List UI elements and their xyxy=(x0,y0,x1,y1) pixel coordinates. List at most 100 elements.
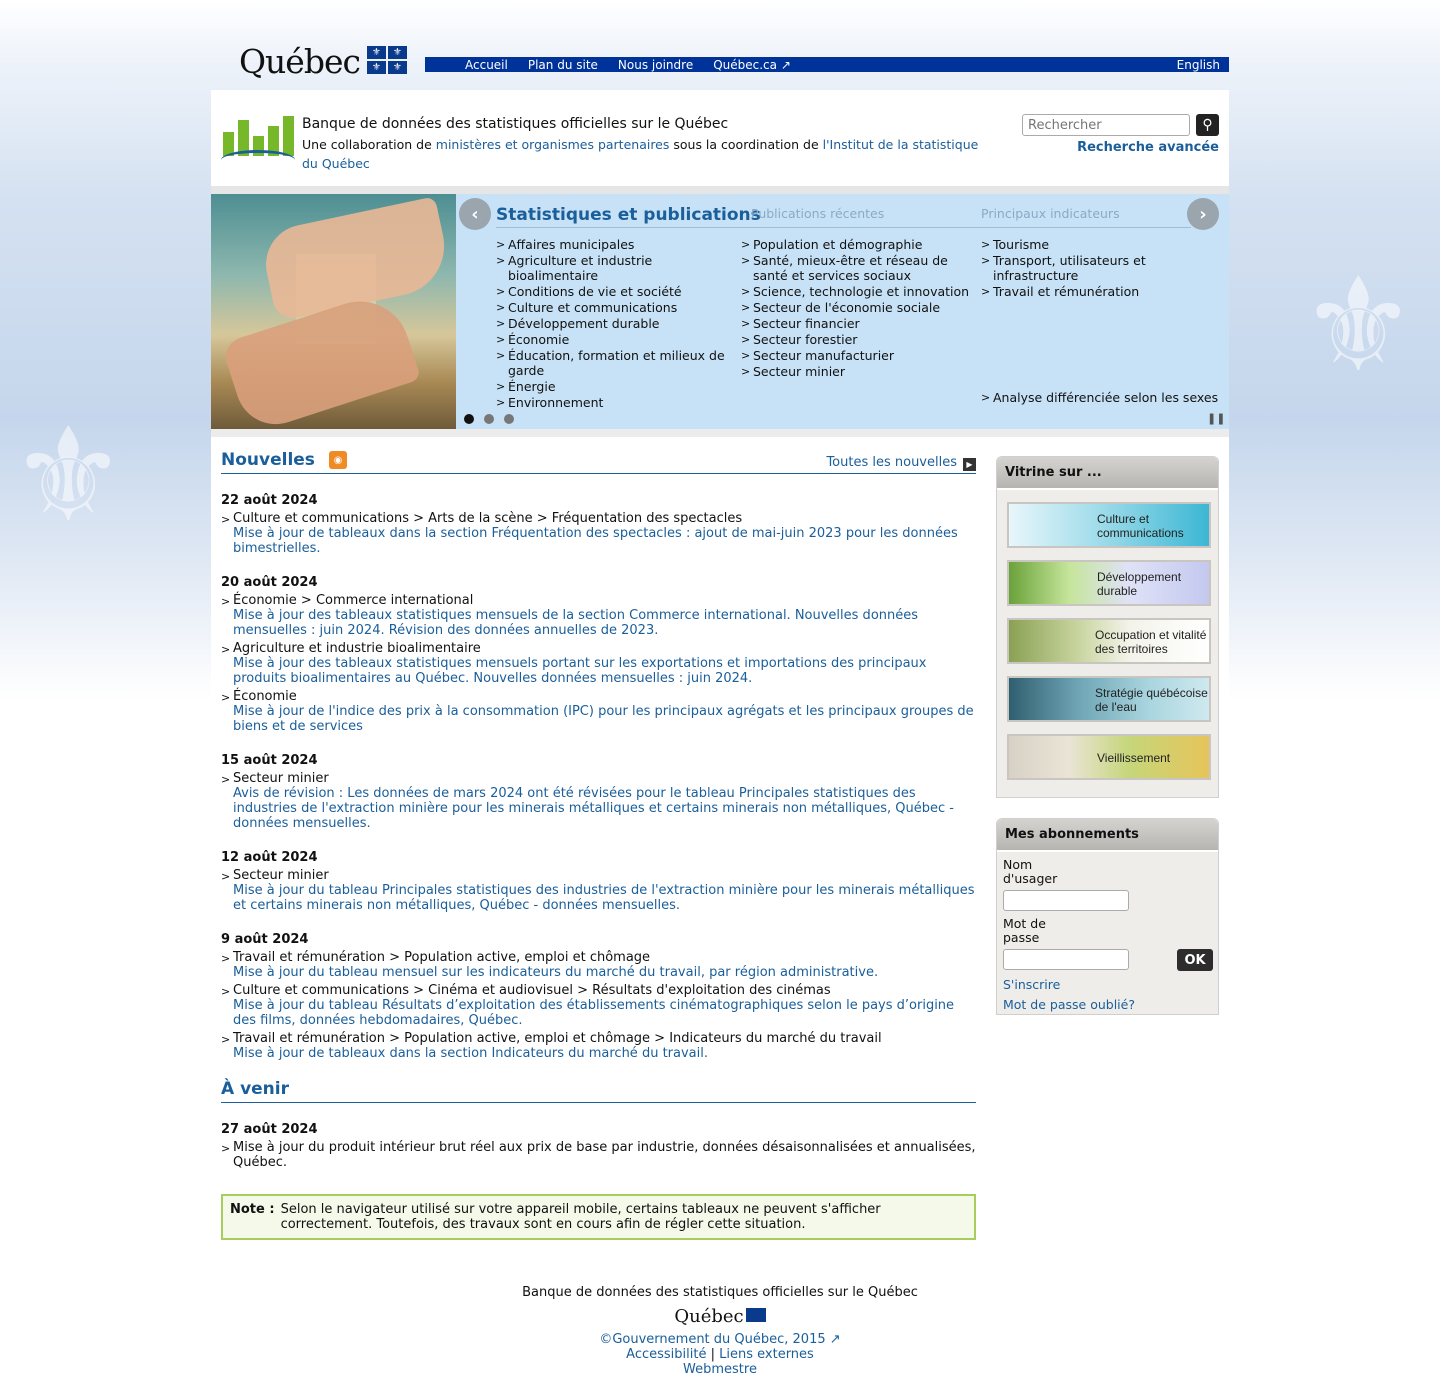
quebec-logo[interactable]: Québec xyxy=(239,42,361,81)
webmaster-link[interactable]: Webmestre xyxy=(683,1362,757,1377)
fleur-de-lis-decoration-icon: ⚜ xyxy=(1300,249,1417,401)
vitrine-occupation-territoires[interactable]: Occupation et vitalité des territoires xyxy=(1007,618,1211,664)
news-item: Culture et communications > Arts de la s… xyxy=(221,511,976,556)
news-item: Travail et rémunération > Population act… xyxy=(221,950,976,980)
stats-logo-icon[interactable] xyxy=(221,116,295,170)
copyright-link[interactable]: ©Gouvernement du Québec, 2015 ↗ xyxy=(599,1332,840,1347)
tab-publications-recentes[interactable]: Publications récentes xyxy=(751,206,884,221)
news-link[interactable]: Mise à jour du tableau Résultats d’explo… xyxy=(233,998,976,1028)
carousel-dot[interactable] xyxy=(484,414,494,424)
footer-quebec-logo[interactable]: Québec xyxy=(211,1308,1229,1326)
category-link[interactable]: Analyse différenciée selon les sexes xyxy=(981,390,1221,405)
site-subtitle: Une collaboration de ministères et organ… xyxy=(302,137,979,171)
category-link[interactable]: Secteur de l'économie sociale xyxy=(741,300,981,315)
news-link[interactable]: Mise à jour des tableaux statistiques me… xyxy=(233,608,976,638)
nav-nous-joindre[interactable]: Nous joindre xyxy=(618,58,693,72)
category-link[interactable]: Secteur manufacturier xyxy=(741,348,981,363)
ok-button[interactable]: OK xyxy=(1177,949,1213,971)
all-news-link[interactable]: Toutes les nouvelles ▶ xyxy=(826,455,976,471)
category-link[interactable]: Travail et rémunération xyxy=(981,284,1211,299)
news-path: Travail et rémunération > Population act… xyxy=(233,1031,882,1046)
news-item: Culture et communications > Cinéma et au… xyxy=(221,983,976,1028)
external-links-link[interactable]: Liens externes xyxy=(719,1347,814,1362)
vitrine-culture[interactable]: Culture et communications xyxy=(1007,502,1211,548)
news-link[interactable]: Mise à jour du tableau mensuel sur les i… xyxy=(233,965,976,980)
news-header: Nouvelles ◉ Toutes les nouvelles ▶ xyxy=(221,450,976,474)
category-list-2: Population et démographie Santé, mieux-ê… xyxy=(741,237,981,380)
category-list-extra: Analyse différenciée selon les sexes xyxy=(981,390,1221,406)
top-banner: Québec ⚜ ⚜ ⚜ ⚜ Accueil Plan du site Nous jo… xyxy=(211,0,1229,90)
category-link[interactable]: Santé, mieux-être et réseau de santé et … xyxy=(741,253,981,283)
divider xyxy=(211,186,1229,194)
category-link[interactable]: Secteur minier xyxy=(741,364,981,379)
category-link[interactable]: Culture et communications xyxy=(496,300,741,315)
nav-quebec-ca[interactable]: Québec.ca ↗ xyxy=(713,58,791,72)
news-link[interactable]: Mise à jour du tableau Principales stati… xyxy=(233,883,976,913)
category-link[interactable]: Développement durable xyxy=(496,316,741,331)
note-box: Note : Selon le navigateur utilisé sur v… xyxy=(221,1194,976,1240)
footer-title: Banque de données des statistiques offic… xyxy=(522,1285,918,1300)
category-link[interactable]: Transport, utilisateurs et infrastructur… xyxy=(981,253,1211,283)
news-item: Secteur minierAvis de révision : Les don… xyxy=(221,771,976,831)
category-link[interactable]: Affaires municipales xyxy=(496,237,741,252)
footer: Banque de données des statistiques offic… xyxy=(211,1285,1229,1377)
quebec-flag-icon: ⚜ ⚜ ⚜ ⚜ xyxy=(367,46,407,74)
news-path: Agriculture et industrie bioalimentaire xyxy=(233,641,481,656)
advanced-search-link[interactable]: Recherche avancée xyxy=(1077,140,1219,155)
category-link[interactable]: Agriculture et industrie bioalimentaire xyxy=(496,253,741,283)
news-item: Économie > Commerce internationalMise à … xyxy=(221,593,976,638)
news-link[interactable]: Avis de révision : Les données de mars 2… xyxy=(233,786,976,831)
login-form: Nom d'usager Mot de passe S'inscrire Mot… xyxy=(997,852,1218,1018)
signup-link[interactable]: S'inscrire xyxy=(1003,977,1060,992)
subscriptions-title: Mes abonnements xyxy=(997,819,1218,852)
carousel-dot[interactable] xyxy=(504,414,514,424)
partners-link[interactable]: ministères et organismes partenaires xyxy=(436,137,670,152)
password-input[interactable] xyxy=(1003,949,1129,970)
vitrine-strategie-eau[interactable]: Stratégie québécoise de l'eau xyxy=(1007,676,1211,722)
category-link[interactable]: Secteur forestier xyxy=(741,332,981,347)
news-date: 12 août 2024 xyxy=(221,850,318,865)
category-link[interactable]: Secteur financier xyxy=(741,316,981,331)
news-date: 27 août 2024 xyxy=(221,1122,318,1137)
username-label: Nom d'usager xyxy=(1003,857,1058,886)
forgot-password-link[interactable]: Mot de passe oublié? xyxy=(1003,997,1135,1012)
username-input[interactable] xyxy=(1003,890,1129,911)
category-link[interactable]: Environnement xyxy=(496,395,741,410)
category-link[interactable]: Conditions de vie et société xyxy=(496,284,741,299)
news-link[interactable]: Mise à jour de tableaux dans la section … xyxy=(233,526,976,556)
category-link[interactable]: Tourisme xyxy=(981,237,1211,252)
vitrine-vieillissement[interactable]: Vieillissement xyxy=(1007,734,1211,780)
search-icon[interactable]: ⚲ xyxy=(1196,114,1219,136)
nav-plan-du-site[interactable]: Plan du site xyxy=(528,58,598,72)
accessibility-link[interactable]: Accessibilité xyxy=(626,1347,706,1362)
nav-accueil[interactable]: Accueil xyxy=(465,58,508,72)
news-item: Travail et rémunération > Population act… xyxy=(221,1031,976,1061)
category-link[interactable]: Science, technologie et innovation xyxy=(741,284,981,299)
note-text: Selon le navigateur utilisé sur votre ap… xyxy=(280,1202,881,1232)
category-link[interactable]: Éducation, formation et milieux de garde xyxy=(496,348,741,378)
divider xyxy=(211,429,1229,437)
password-label: Mot de passe xyxy=(1003,916,1046,945)
category-link[interactable]: Économie xyxy=(496,332,741,347)
news-list: 22 août 2024 Culture et communications > … xyxy=(221,493,976,1061)
carousel: ‹ › Statistiques et publications Publica… xyxy=(211,194,1229,429)
news-path: Travail et rémunération > Population act… xyxy=(233,950,651,965)
news-date: 15 août 2024 xyxy=(221,753,318,768)
carousel-dot[interactable] xyxy=(464,414,474,424)
pause-icon[interactable]: ❚❚ xyxy=(1207,412,1225,425)
carousel-next-icon[interactable]: › xyxy=(1187,198,1219,230)
search-input[interactable] xyxy=(1022,114,1190,136)
language-english-link[interactable]: English xyxy=(1177,58,1220,72)
vitrine-developpement-durable[interactable]: Développement durable xyxy=(1007,560,1211,606)
rss-icon[interactable]: ◉ xyxy=(329,451,347,469)
category-link[interactable]: Énergie xyxy=(496,379,741,394)
news-link[interactable]: Mise à jour de tableaux dans la section … xyxy=(233,1046,976,1061)
tab-principaux-indicateurs[interactable]: Principaux indicateurs xyxy=(981,206,1120,221)
carousel-prev-icon[interactable]: ‹ xyxy=(459,198,491,230)
news-link[interactable]: Mise à jour de l'indice des prix à la co… xyxy=(233,704,976,734)
category-link[interactable]: Population et démographie xyxy=(741,237,981,252)
news-date: 22 août 2024 xyxy=(221,493,318,508)
tab-statistiques-publications[interactable]: Statistiques et publications xyxy=(496,205,761,225)
news-link[interactable]: Mise à jour des tableaux statistiques me… xyxy=(233,656,976,686)
upcoming-title: À venir xyxy=(221,1079,289,1099)
